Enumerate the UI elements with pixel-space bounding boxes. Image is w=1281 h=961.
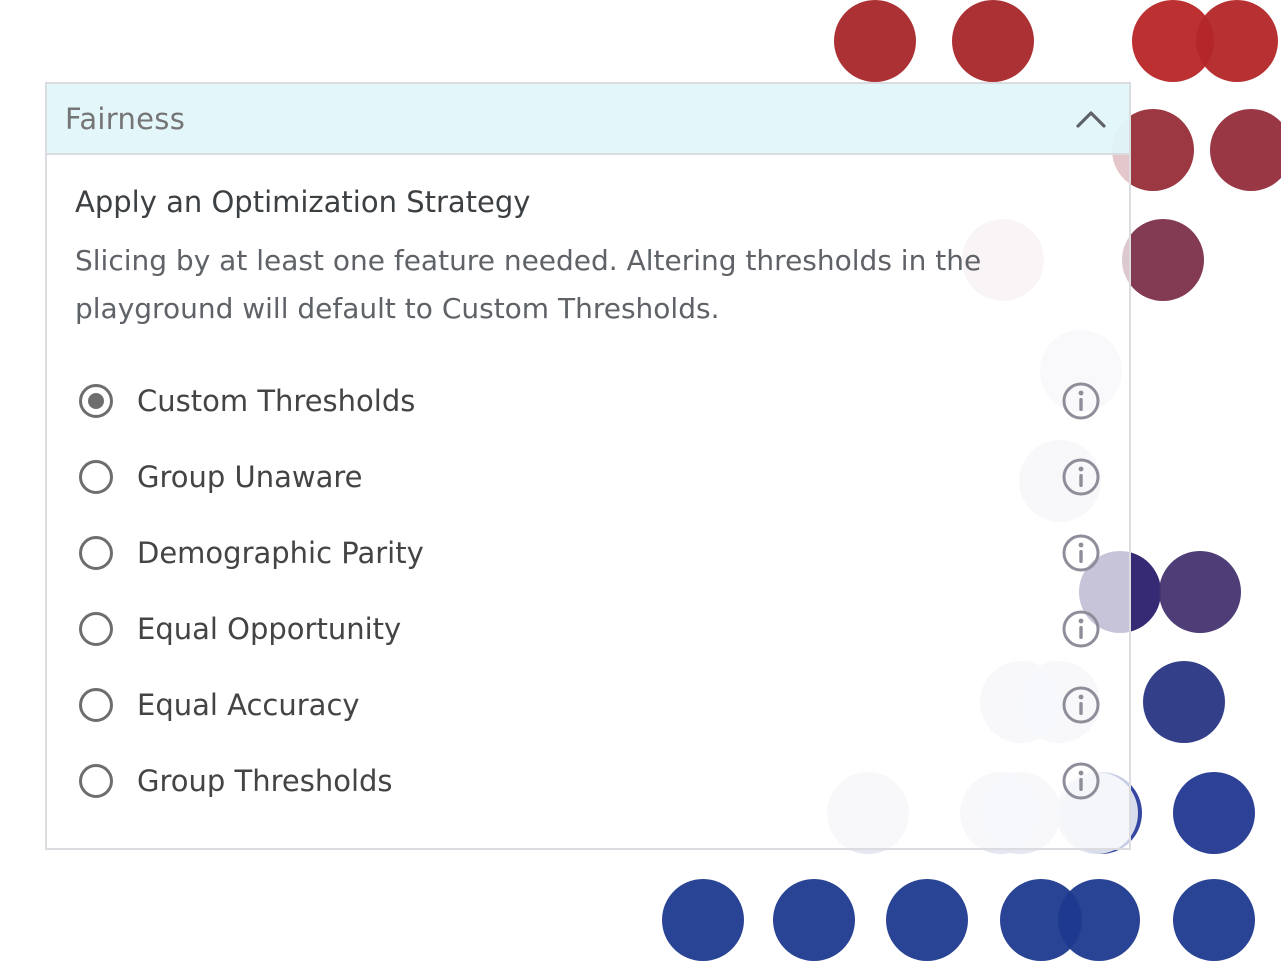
radio-option[interactable]: Demographic Parity: [75, 536, 424, 570]
radio-option[interactable]: Group Thresholds: [75, 764, 393, 798]
fairness-panel-header[interactable]: Fairness: [47, 84, 1129, 155]
background-dot: [1122, 219, 1204, 301]
background-dot: [662, 879, 744, 961]
radio-button[interactable]: [79, 536, 113, 570]
option-custom-thresholds: Custom Thresholds: [75, 363, 1101, 439]
radio-option[interactable]: Equal Opportunity: [75, 612, 401, 646]
panel-title: Fairness: [65, 101, 186, 136]
radio-option[interactable]: Group Unaware: [75, 460, 363, 494]
option-group-unaware: Group Unaware: [75, 439, 1101, 515]
info-icon[interactable]: [1061, 533, 1101, 573]
info-icon[interactable]: [1061, 457, 1101, 497]
fairness-panel: Fairness Apply an Optimization Strategy …: [45, 82, 1131, 850]
background-dot: [773, 879, 855, 961]
option-label: Equal Accuracy: [137, 688, 360, 722]
option-label: Group Thresholds: [137, 764, 393, 798]
section-title: Apply an Optimization Strategy: [75, 185, 531, 219]
radio-option[interactable]: Custom Thresholds: [75, 384, 415, 418]
panel-body: Apply an Optimization Strategy Slicing b…: [47, 155, 1129, 819]
radio-button[interactable]: [79, 612, 113, 646]
chevron-up-icon[interactable]: [1071, 99, 1111, 139]
background-dot: [1173, 879, 1255, 961]
option-group-thresholds: Group Thresholds: [75, 743, 1101, 819]
option-demographic-parity: Demographic Parity: [75, 515, 1101, 591]
background-dot: [1196, 0, 1278, 82]
radio-button[interactable]: [79, 460, 113, 494]
option-label: Demographic Parity: [137, 536, 424, 570]
background-dot: [1173, 772, 1255, 854]
background-dot: [1159, 551, 1241, 633]
radio-button[interactable]: [79, 688, 113, 722]
info-icon[interactable]: [1061, 381, 1101, 421]
option-equal-opportunity: Equal Opportunity: [75, 591, 1101, 667]
background-dot: [834, 0, 916, 82]
background-dot: [1210, 109, 1281, 191]
radio-button[interactable]: [79, 764, 113, 798]
strategy-options: Custom Thresholds Group Unaware Demograp…: [75, 363, 1101, 819]
background-dot: [952, 0, 1034, 82]
option-label: Equal Opportunity: [137, 612, 402, 646]
radio-button[interactable]: [79, 384, 113, 418]
section-description: Slicing by at least one feature needed. …: [75, 244, 982, 325]
background-dot: [1143, 661, 1225, 743]
radio-option[interactable]: Equal Accuracy: [75, 688, 360, 722]
option-label: Custom Thresholds: [137, 384, 416, 418]
option-equal-accuracy: Equal Accuracy: [75, 667, 1101, 743]
option-label: Group Unaware: [137, 460, 363, 494]
info-icon[interactable]: [1061, 685, 1101, 725]
background-dot: [1058, 879, 1140, 961]
info-icon[interactable]: [1061, 609, 1101, 649]
info-icon[interactable]: [1061, 761, 1101, 801]
background-dot: [886, 879, 968, 961]
